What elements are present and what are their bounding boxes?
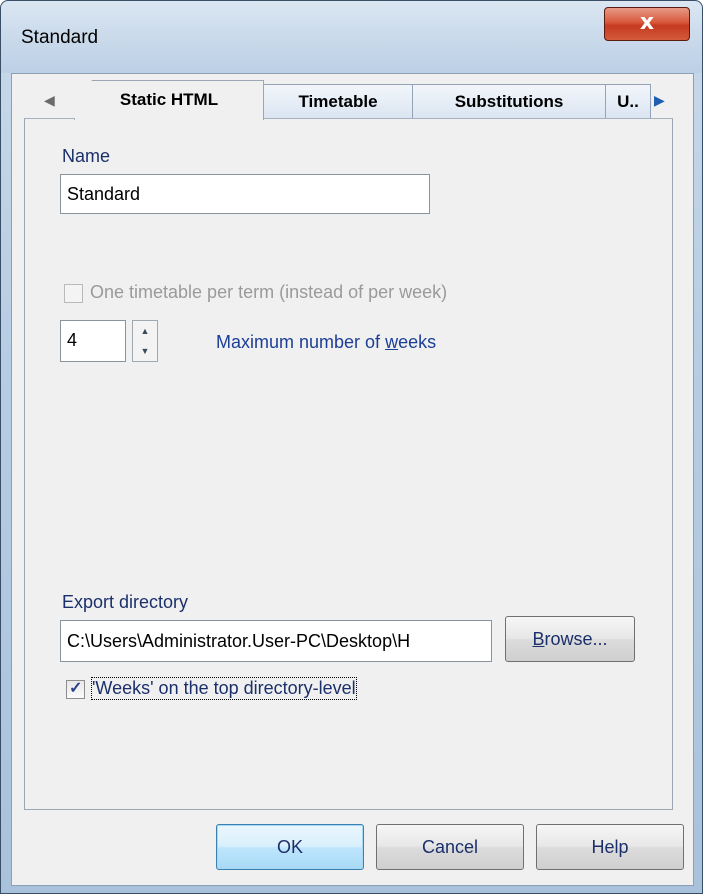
max-weeks-label-hotkey: w (385, 332, 399, 352)
browse-label: rowse... (544, 629, 608, 649)
tab-static-html[interactable]: Static HTML (74, 80, 264, 120)
tab-label: Substitutions (454, 92, 564, 111)
name-label: Name (62, 146, 111, 166)
help-button[interactable]: Help (536, 824, 684, 870)
max-weeks-label-post: eeks (398, 332, 437, 352)
one-timetable-label: One timetable per term (instead of per w… (90, 282, 448, 302)
name-input[interactable]: Standard (60, 174, 430, 214)
cancel-button[interactable]: Cancel (376, 824, 524, 870)
tab-substitutions[interactable]: Substitutions (412, 84, 606, 120)
max-weeks-label: Maximum number of weeks (216, 332, 436, 353)
close-button[interactable]: x (604, 7, 690, 41)
weeks-top-checkbox[interactable]: ✓ (66, 680, 85, 699)
weeks-spinner[interactable]: ▲ ▼ (132, 320, 158, 362)
export-directory-label: Export directory (62, 592, 189, 612)
tab-timetable[interactable]: Timetable (263, 84, 413, 120)
ok-button[interactable]: OK (216, 824, 364, 870)
title-bar[interactable]: Standard x (1, 1, 702, 73)
weeks-top-label: 'Weeks' on the top directory-level (91, 677, 357, 700)
spin-down-icon[interactable]: ▼ (133, 341, 157, 361)
spin-up-icon[interactable]: ▲ (133, 321, 157, 341)
tab-label: U.. (617, 92, 639, 111)
tab-scroll-right-icon[interactable]: ▶ (654, 92, 665, 109)
browse-button[interactable]: Browse... (505, 616, 635, 662)
tab-scroll-left-icon[interactable]: ◀ (44, 92, 55, 109)
weeks-input[interactable]: 4 (60, 320, 126, 362)
close-icon: x (639, 10, 655, 35)
checkmark-icon: ✓ (69, 680, 83, 697)
max-weeks-label-pre: Maximum number of (216, 332, 386, 352)
export-directory-input[interactable]: C:\Users\Administrator.User-PC\Desktop\H (60, 620, 492, 662)
browse-hotkey: B (532, 629, 545, 649)
window-title: Standard (21, 27, 99, 48)
one-timetable-checkbox[interactable] (64, 284, 83, 303)
tab-more[interactable]: U.. (605, 84, 651, 120)
tab-panel-static-html (24, 118, 673, 810)
tab-label: Static HTML (119, 90, 219, 109)
tab-label: Timetable (298, 92, 378, 111)
